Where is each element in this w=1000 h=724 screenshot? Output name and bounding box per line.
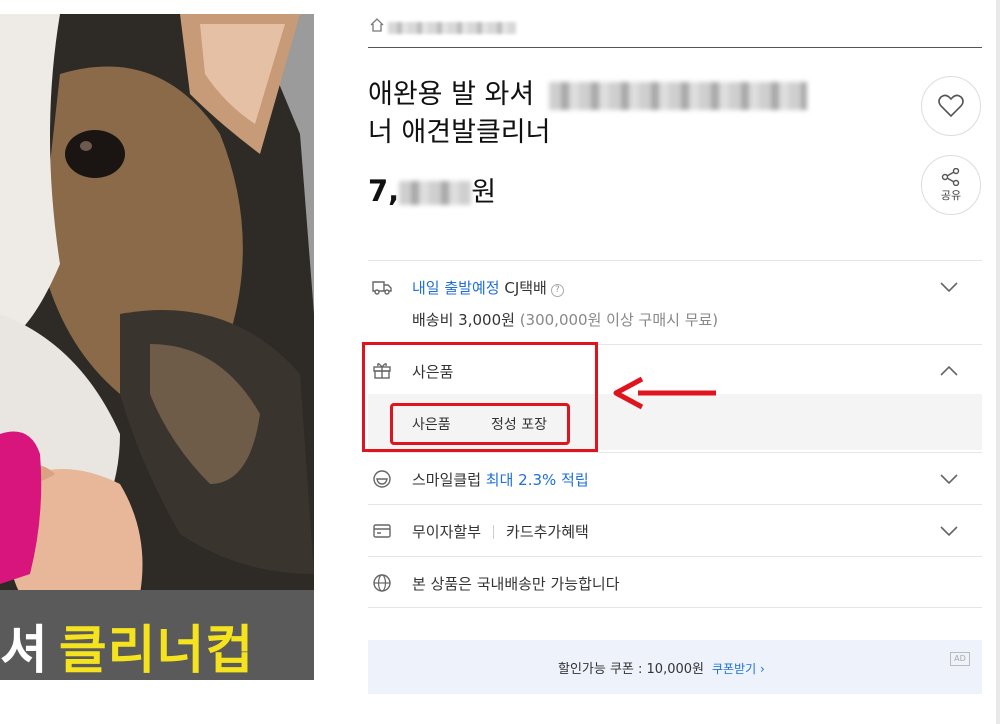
smileclub-row[interactable]: 스마일클럽 최대 2.3% 적립 bbox=[368, 452, 982, 504]
ad-badge: AD bbox=[950, 652, 970, 666]
card-benefit-label: 카드추가혜택 bbox=[506, 523, 589, 541]
highlight-box-gift-options bbox=[390, 403, 570, 445]
chevron-down-icon[interactable] bbox=[940, 281, 958, 293]
shipping-region-label: 본 상품은 국내배송만 가능합니다 bbox=[412, 575, 620, 593]
truck-icon bbox=[372, 281, 392, 295]
image-banner-text: 클리너컵 bbox=[58, 621, 255, 680]
red-arrow-icon bbox=[613, 376, 716, 410]
chevron-down-icon[interactable] bbox=[940, 473, 958, 485]
price-currency: 원 bbox=[471, 177, 497, 208]
product-title-line2: 너 애견발클리너 bbox=[368, 117, 551, 148]
share-button[interactable]: 공유 bbox=[921, 155, 981, 215]
scrollbar-track[interactable] bbox=[996, 0, 1000, 724]
help-icon[interactable]: ? bbox=[550, 284, 564, 297]
delivery-schedule: 내일 출발예정 bbox=[412, 279, 500, 297]
heart-icon bbox=[938, 94, 964, 118]
installment-label: 무이자할부 bbox=[412, 523, 482, 541]
product-title: 애완용 발 와셔 너 애견발클리너 bbox=[368, 76, 838, 152]
title-blurred-segment bbox=[548, 81, 807, 110]
product-title-line1: 애완용 발 와셔 bbox=[368, 79, 535, 110]
smileclub-label: 스마일클럽 bbox=[412, 471, 482, 489]
delivery-fee-note: (300,000원 이상 구매시 무료) bbox=[519, 311, 719, 329]
shipping-region-row: 본 상품은 국내배송만 가능합니다 bbox=[368, 556, 982, 608]
delivery-row[interactable]: 내일 출발예정 CJ택배? 배송비 3,000원 (300,000원 이상 구매… bbox=[368, 260, 982, 344]
chevron-down-icon[interactable] bbox=[940, 525, 958, 537]
share-label: 공유 bbox=[940, 188, 962, 202]
breadcrumb bbox=[368, 8, 982, 48]
share-icon bbox=[941, 167, 960, 186]
divider bbox=[493, 525, 495, 539]
globe-icon bbox=[373, 574, 391, 592]
image-banner-prefix: 셔 bbox=[0, 621, 49, 680]
payment-benefit-row[interactable]: 무이자할부 카드추가혜택 bbox=[368, 504, 982, 556]
delivery-carrier: CJ택배 bbox=[504, 279, 547, 297]
delivery-fee: 배송비 3,000원 bbox=[412, 311, 515, 329]
image-banner: 셔 클리너컵 bbox=[0, 590, 314, 680]
chevron-up-icon[interactable] bbox=[940, 365, 958, 377]
product-price: 7, 원 bbox=[368, 170, 496, 209]
card-icon bbox=[373, 524, 391, 538]
smileclub-reward: 최대 2.3% 적립 bbox=[485, 471, 589, 489]
coupon-download-link[interactable]: 쿠폰받기 › bbox=[712, 662, 765, 676]
price-blurred-segment bbox=[399, 181, 472, 205]
wishlist-button[interactable] bbox=[921, 76, 981, 136]
price-prefix: 7, bbox=[368, 174, 400, 208]
coupon-banner[interactable]: 할인가능 쿠폰 : 10,000원 쿠폰받기 › AD bbox=[368, 640, 982, 694]
product-image[interactable]: 셔 클리너컵 bbox=[0, 14, 314, 680]
corgi-photo bbox=[0, 14, 314, 680]
home-icon[interactable] bbox=[370, 18, 384, 32]
smile-icon bbox=[373, 470, 391, 488]
breadcrumb-blurred[interactable] bbox=[388, 22, 516, 34]
coupon-label: 할인가능 쿠폰 : 10,000원 bbox=[558, 662, 704, 677]
